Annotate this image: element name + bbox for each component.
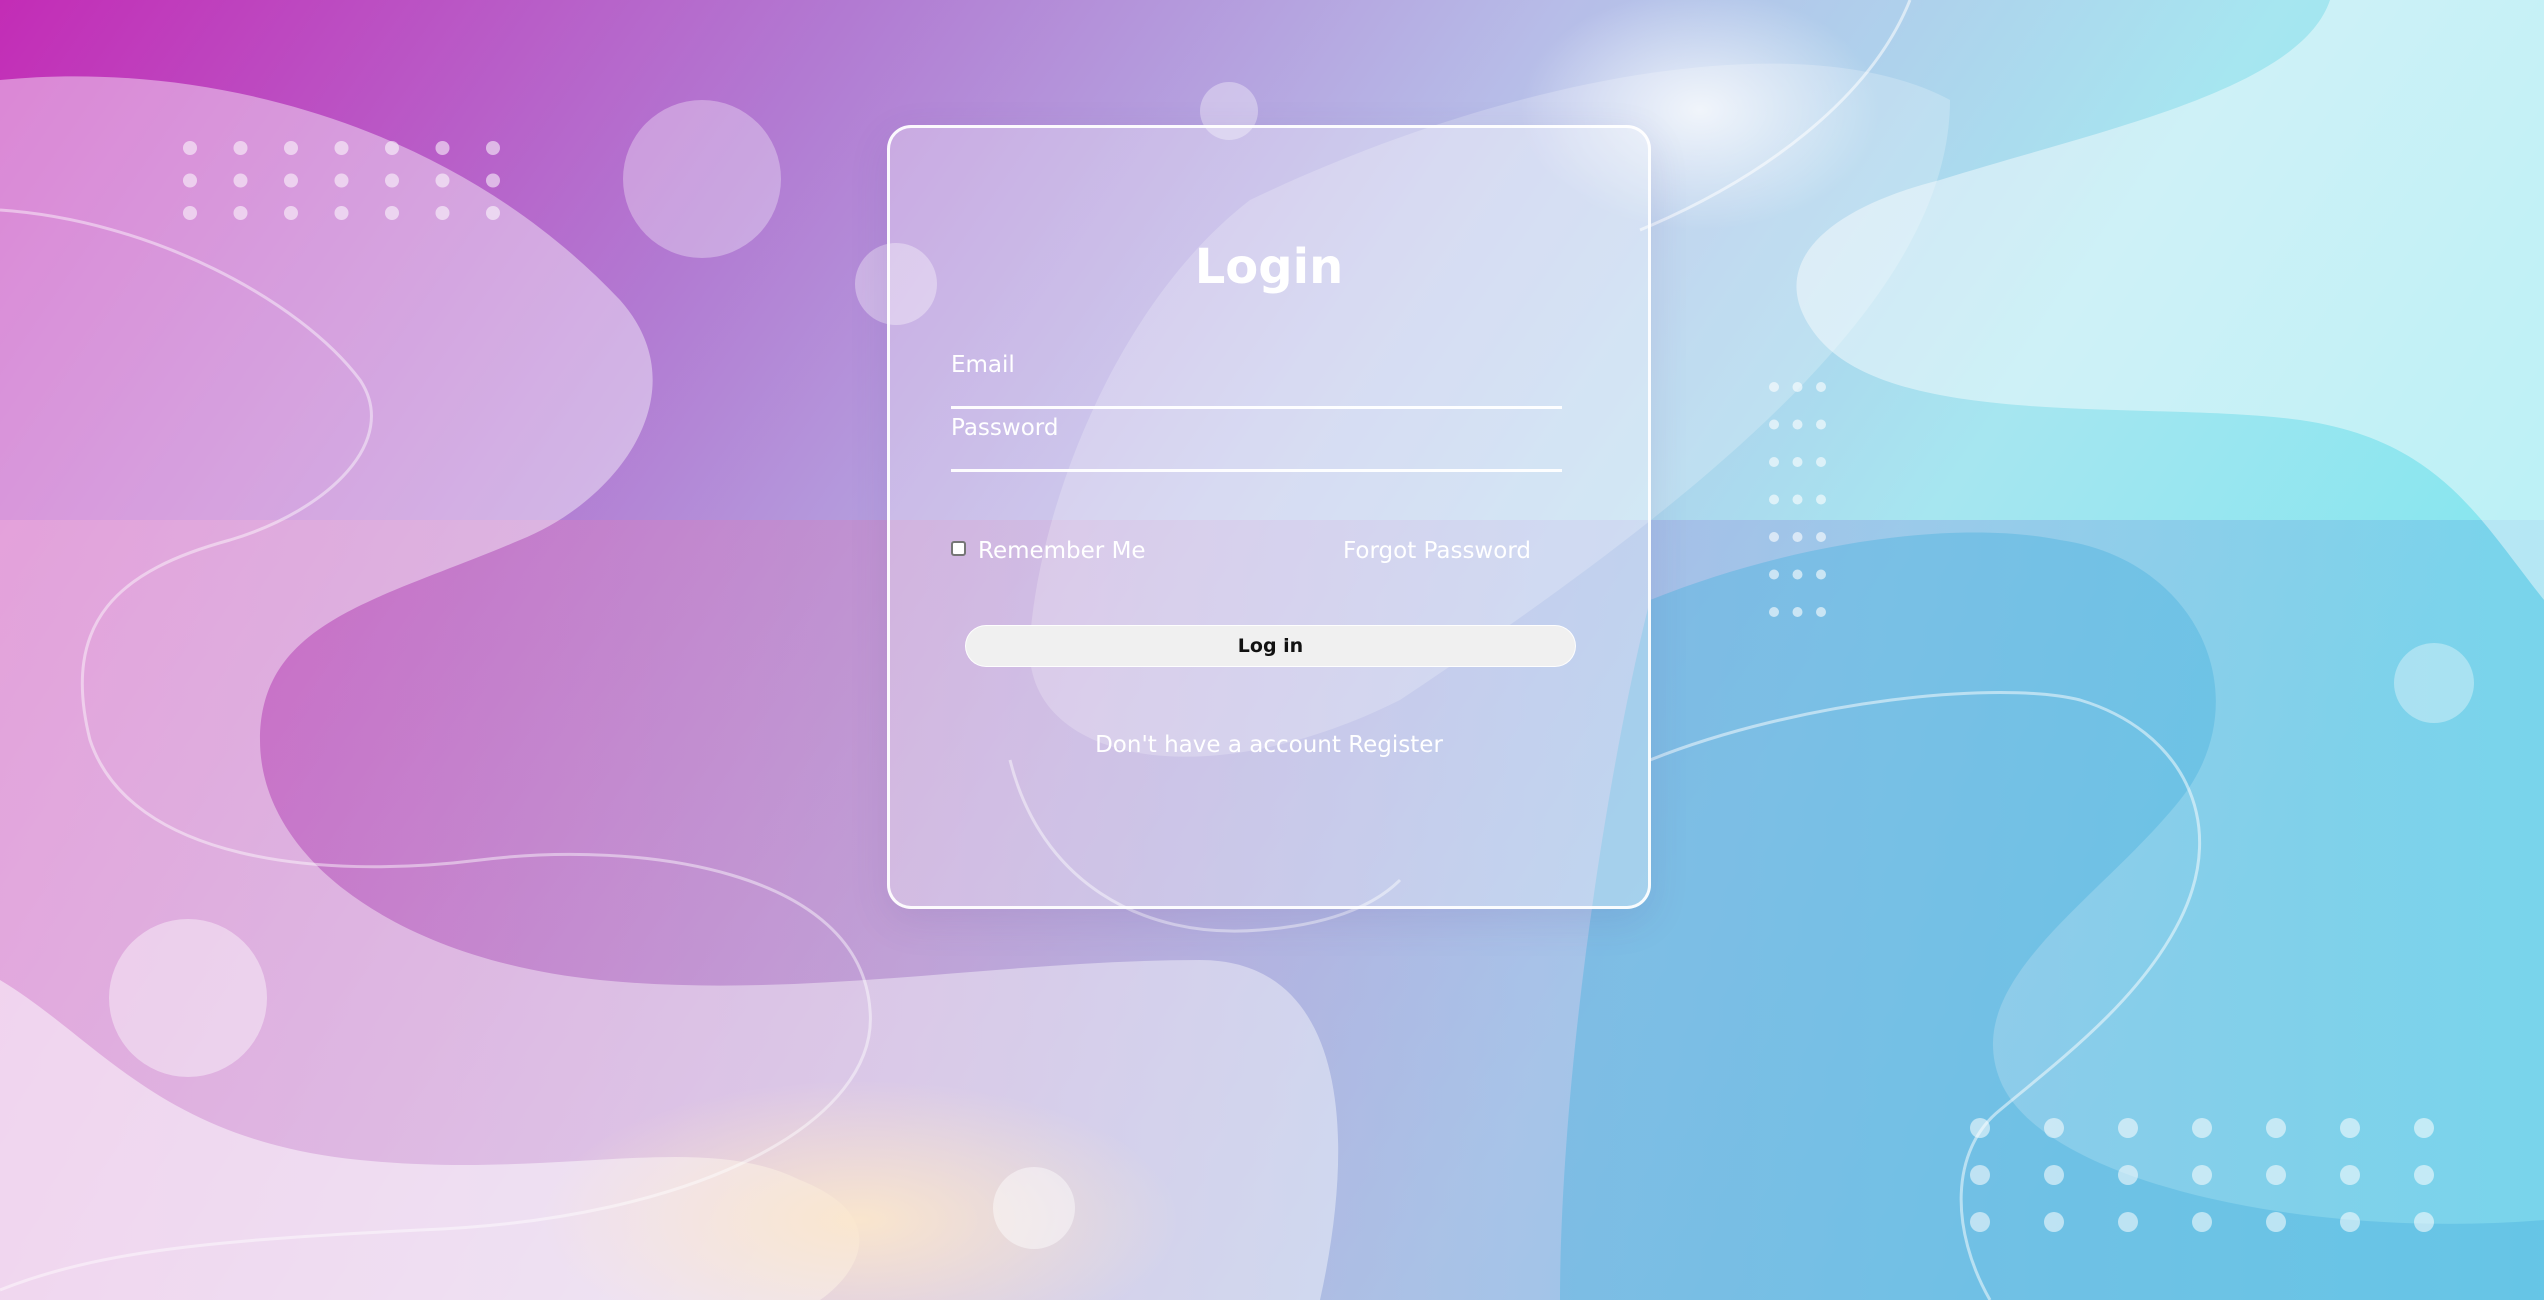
- decor-dot: [2044, 1165, 2064, 1185]
- register-row: Don't have a account Register: [890, 732, 1648, 758]
- decor-dot: [2192, 1165, 2212, 1185]
- decor-dot: [385, 173, 399, 188]
- register-link[interactable]: Register: [1348, 732, 1443, 758]
- decor-dot: [183, 173, 197, 188]
- decor-dot: [1816, 532, 1826, 542]
- decor-dot: [486, 173, 500, 188]
- decor-dot: [2118, 1118, 2138, 1138]
- password-label: Password: [951, 415, 1059, 441]
- decor-dot: [435, 173, 450, 188]
- decor-dot: [435, 141, 450, 155]
- decor-dot: [2414, 1118, 2434, 1138]
- decor-dot: [284, 173, 298, 188]
- decor-dot: [1816, 607, 1826, 617]
- decor-dot: [1769, 457, 1779, 467]
- login-card: Login Email Password Remember Me Forgot …: [887, 125, 1651, 909]
- decor-dot: [2340, 1118, 2360, 1138]
- email-label: Email: [951, 352, 1015, 378]
- decor-dot: [1769, 607, 1779, 617]
- decor-dot: [1816, 494, 1826, 505]
- decor-dot: [284, 141, 298, 155]
- decor-dot: [183, 206, 197, 220]
- decor-dot: [2118, 1165, 2138, 1185]
- remember-me-label[interactable]: Remember Me: [978, 538, 1146, 564]
- decor-dot: [1792, 419, 1803, 430]
- decor-dot: [486, 141, 500, 155]
- email-input[interactable]: [951, 406, 1562, 409]
- decor-dot: [2340, 1165, 2360, 1185]
- decor-dot: [486, 206, 500, 220]
- decor-dot: [385, 141, 399, 155]
- login-button[interactable]: Log in: [965, 625, 1576, 667]
- decor-dot: [233, 206, 248, 220]
- decor-dot: [334, 141, 349, 155]
- decor-dot: [2266, 1165, 2286, 1185]
- register-prompt: Don't have a account: [1095, 732, 1341, 758]
- password-input[interactable]: [951, 469, 1562, 472]
- decor-dot: [2340, 1212, 2360, 1232]
- decor-dot: [2118, 1212, 2138, 1232]
- decor-dot: [2266, 1118, 2286, 1138]
- decor-dot: [1792, 494, 1803, 505]
- decor-dot: [2044, 1118, 2064, 1138]
- decor-dot: [1792, 569, 1803, 580]
- decor-dot: [1792, 532, 1803, 542]
- decor-dot: [1792, 457, 1803, 467]
- decor-dot: [385, 206, 399, 220]
- decor-dot: [1769, 419, 1779, 430]
- decor-dot: [284, 206, 298, 220]
- decor-dot: [1816, 419, 1826, 430]
- decor-dot: [1769, 569, 1779, 580]
- decor-dot: [1816, 569, 1826, 580]
- decor-dot: [1769, 494, 1779, 505]
- decor-dot: [1769, 382, 1779, 392]
- decor-dot: [233, 141, 248, 155]
- decor-dot: [1970, 1165, 1990, 1185]
- decor-dot: [1970, 1118, 1990, 1138]
- decor-dot: [2414, 1212, 2434, 1232]
- decor-dot: [1816, 457, 1826, 467]
- decor-dot: [2266, 1212, 2286, 1232]
- decor-dot: [2192, 1118, 2212, 1138]
- decor-dot: [334, 173, 349, 188]
- login-title: Login: [1194, 239, 1344, 295]
- decor-dot: [2044, 1212, 2064, 1232]
- forgot-password-link[interactable]: Forgot Password: [1343, 538, 1531, 564]
- remember-me-checkbox[interactable]: [951, 541, 966, 556]
- decor-dot: [1769, 532, 1779, 542]
- decor-dot: [2192, 1212, 2212, 1232]
- decor-dot: [1970, 1212, 1990, 1232]
- decor-dot: [183, 141, 197, 155]
- decor-dot: [334, 206, 349, 220]
- decor-dot: [1792, 382, 1803, 392]
- decor-dot: [2414, 1165, 2434, 1185]
- decor-dot: [233, 173, 248, 188]
- decor-dot: [435, 206, 450, 220]
- decor-dot: [1816, 382, 1826, 392]
- decor-dot: [1792, 607, 1803, 617]
